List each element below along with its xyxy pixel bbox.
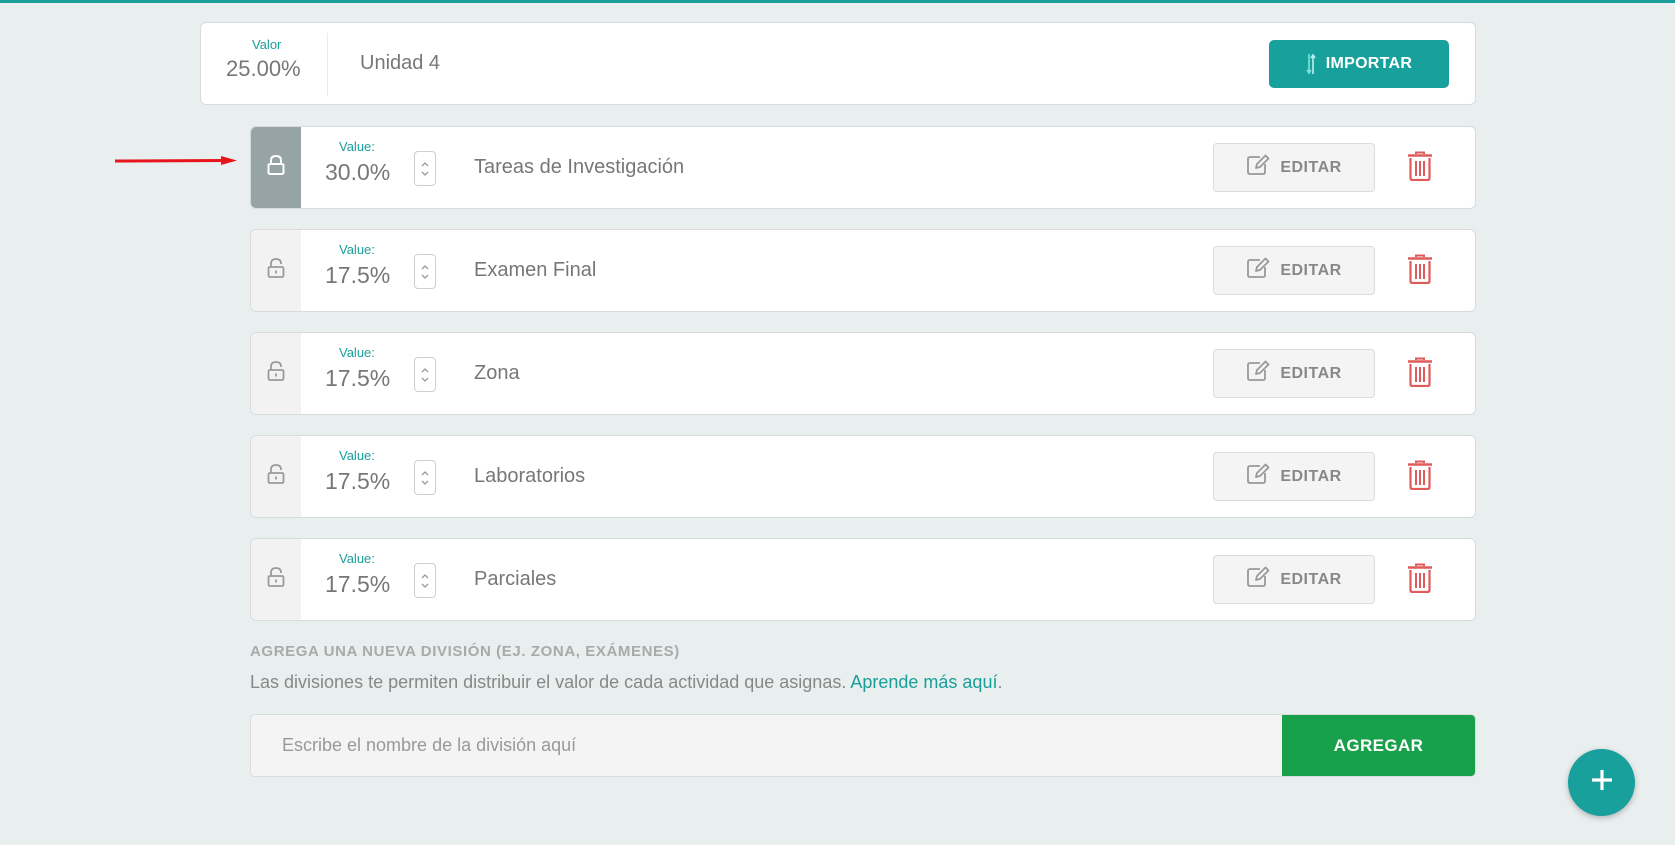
edit-button[interactable]: EDITAR (1213, 555, 1375, 604)
plus-icon (1590, 768, 1614, 797)
lock-open-icon (266, 463, 286, 490)
lock-open-icon (266, 257, 286, 284)
top-accent-bar (0, 0, 1675, 3)
unit-header-card: Valor 25.00% Unidad 4 IMPORTAR (200, 22, 1476, 105)
delete-button[interactable] (1403, 252, 1437, 290)
division-value-label: Value: (339, 139, 375, 154)
edit-button-label: EDITAR (1280, 261, 1342, 279)
edit-button[interactable]: EDITAR (1213, 349, 1375, 398)
division-row: Value: 30.0% Tareas de Investigación EDI… (250, 126, 1476, 209)
division-value: 30.0% (325, 159, 391, 185)
edit-button-label: EDITAR (1280, 570, 1342, 588)
chevron-up-down-icon (420, 570, 430, 592)
value-stepper[interactable] (414, 460, 436, 495)
chevron-up-down-icon (420, 158, 430, 180)
edit-icon (1246, 566, 1270, 593)
add-division-button[interactable]: AGREGAR (1282, 715, 1475, 776)
edit-button[interactable]: EDITAR (1213, 143, 1375, 192)
import-button[interactable]: IMPORTAR (1269, 40, 1449, 88)
arrow-right-icon (115, 156, 237, 165)
division-row: Value: 17.5% Zona EDITAR (250, 332, 1476, 415)
edit-icon (1246, 257, 1270, 284)
trash-icon (1407, 357, 1433, 392)
division-row: Value: 17.5% Laboratorios EDITAR (250, 435, 1476, 518)
edit-button[interactable]: EDITAR (1213, 452, 1375, 501)
add-division-title: AGREGA UNA NUEVA DIVISIÓN (EJ. ZONA, EXÁ… (250, 643, 680, 660)
trash-icon (1407, 151, 1433, 186)
edit-button[interactable]: EDITAR (1213, 246, 1375, 295)
division-name: Laboratorios (474, 465, 586, 487)
lock-open-icon (266, 566, 286, 593)
division-name: Tareas de Investigación (474, 156, 685, 178)
description-period: . (997, 672, 1003, 692)
division-value-label: Value: (339, 551, 375, 566)
unit-name: Unidad 4 (360, 52, 441, 74)
lock-toggle[interactable] (251, 539, 301, 620)
value-stepper[interactable] (414, 151, 436, 186)
value-stepper[interactable] (414, 254, 436, 289)
import-arrows-icon (1306, 53, 1316, 75)
add-division-description: Las divisiones te permiten distribuir el… (250, 672, 1002, 693)
lock-toggle[interactable] (251, 436, 301, 517)
division-row: Value: 17.5% Parciales EDITAR (250, 538, 1476, 621)
division-value-label: Value: (339, 242, 375, 257)
edit-button-label: EDITAR (1280, 467, 1342, 485)
division-value: 17.5% (325, 262, 391, 288)
add-fab-button[interactable] (1568, 749, 1635, 816)
division-value-label: Value: (339, 448, 375, 463)
delete-button[interactable] (1403, 355, 1437, 393)
division-row: Value: 17.5% Examen Final EDITAR (250, 229, 1476, 312)
division-value: 17.5% (325, 571, 391, 597)
value-stepper[interactable] (414, 563, 436, 598)
edit-button-label: EDITAR (1280, 158, 1342, 176)
chevron-up-down-icon (420, 364, 430, 386)
value-stepper[interactable] (414, 357, 436, 392)
unit-value-label: Valor (252, 37, 282, 52)
chevron-up-down-icon (420, 467, 430, 489)
lock-toggle[interactable] (251, 333, 301, 414)
learn-more-link[interactable]: Aprende más aquí (850, 672, 997, 692)
lock-toggle[interactable] (251, 230, 301, 311)
trash-icon (1407, 563, 1433, 598)
edit-button-label: EDITAR (1280, 364, 1342, 382)
edit-icon (1246, 154, 1270, 181)
lock-open-icon (266, 360, 286, 387)
unit-value: 25.00% (226, 56, 301, 81)
chevron-up-down-icon (420, 261, 430, 283)
import-button-label: IMPORTAR (1325, 55, 1413, 72)
trash-icon (1407, 460, 1433, 495)
lock-closed-icon (266, 154, 286, 181)
delete-button[interactable] (1403, 458, 1437, 496)
divider (327, 33, 328, 96)
division-name: Zona (474, 362, 520, 384)
division-value: 17.5% (325, 365, 391, 391)
division-name: Parciales (474, 568, 557, 590)
division-name-input[interactable] (251, 715, 1283, 776)
delete-button[interactable] (1403, 149, 1437, 187)
add-division-form: AGREGAR (250, 714, 1476, 777)
division-name: Examen Final (474, 259, 597, 281)
edit-icon (1246, 463, 1270, 490)
trash-icon (1407, 254, 1433, 289)
delete-button[interactable] (1403, 561, 1437, 599)
division-value-label: Value: (339, 345, 375, 360)
division-value: 17.5% (325, 468, 391, 494)
add-division-description-text: Las divisiones te permiten distribuir el… (250, 672, 847, 692)
edit-icon (1246, 360, 1270, 387)
lock-toggle[interactable] (251, 127, 301, 208)
